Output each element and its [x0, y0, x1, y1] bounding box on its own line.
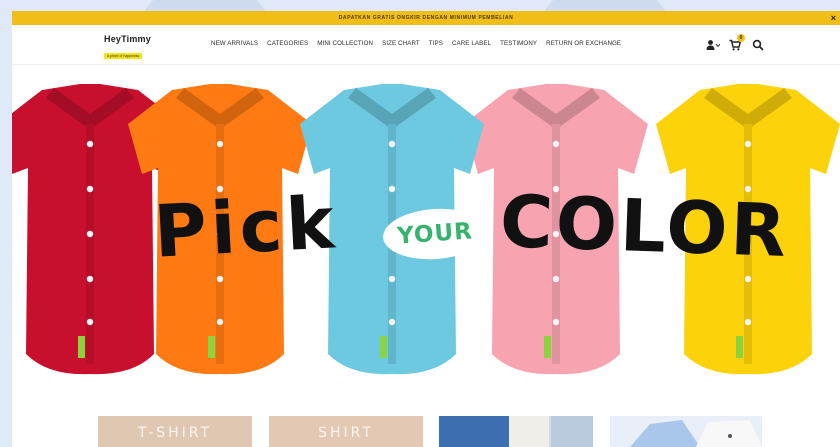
category-tshirt-label: T-SHIRT [137, 425, 213, 441]
category-shirt-label: SHIRT [318, 425, 374, 441]
store-page: DAPATKAN GRATIS ONGKIR DENGAN MINIMUM PE… [12, 11, 840, 447]
navbar: HeyTimmy A piece of happiness NEW ARRIVA… [12, 25, 840, 65]
brand-name: HeyTimmy [104, 34, 151, 44]
main-menu: NEW ARRIVALS CATEGORIES MINI COLLECTION … [211, 40, 621, 47]
brand-logo[interactable]: HeyTimmy A piece of happiness [104, 34, 159, 62]
category-row: T-SHIRT SHIRT [12, 416, 840, 447]
promo-text: DAPATKAN GRATIS ONGKIR DENGAN MINIMUM PE… [338, 15, 514, 21]
hero-word-color: COLOR [498, 178, 791, 274]
user-icon[interactable] [706, 38, 721, 50]
category-tshirt-card[interactable]: T-SHIRT [98, 416, 252, 447]
cart-icon[interactable]: 0 [729, 34, 745, 51]
menu-tips[interactable]: TIPS [429, 40, 443, 47]
menu-testimony[interactable]: TESTIMONY [500, 40, 537, 47]
hero-banner[interactable]: Pick YOUR COLOR [12, 76, 840, 396]
category-photo-card-4[interactable] [610, 416, 762, 447]
menu-care-label[interactable]: CARE LABEL [452, 40, 491, 47]
hero-word-pick: Pick [151, 180, 341, 274]
brand-tagline: A piece of happiness [104, 53, 143, 59]
hero-word-your: YOUR [396, 218, 474, 250]
menu-size-chart[interactable]: SIZE CHART [382, 40, 420, 47]
search-icon[interactable] [752, 38, 764, 51]
menu-mini-collection[interactable]: MINI COLLECTION [317, 40, 373, 47]
category-photo-card-3[interactable] [439, 416, 593, 447]
close-icon[interactable]: × [831, 12, 836, 24]
menu-categories[interactable]: CATEGORIES [267, 40, 308, 47]
category-shirt-card[interactable]: SHIRT [269, 416, 423, 447]
nav-utilities: 0 [706, 34, 764, 51]
menu-return-or-exchange[interactable]: RETURN OR EXCHANGE [546, 40, 621, 47]
promo-bar: DAPATKAN GRATIS ONGKIR DENGAN MINIMUM PE… [12, 11, 840, 25]
menu-new-arrivals[interactable]: NEW ARRIVALS [211, 40, 258, 47]
cart-count-badge: 0 [737, 34, 745, 42]
